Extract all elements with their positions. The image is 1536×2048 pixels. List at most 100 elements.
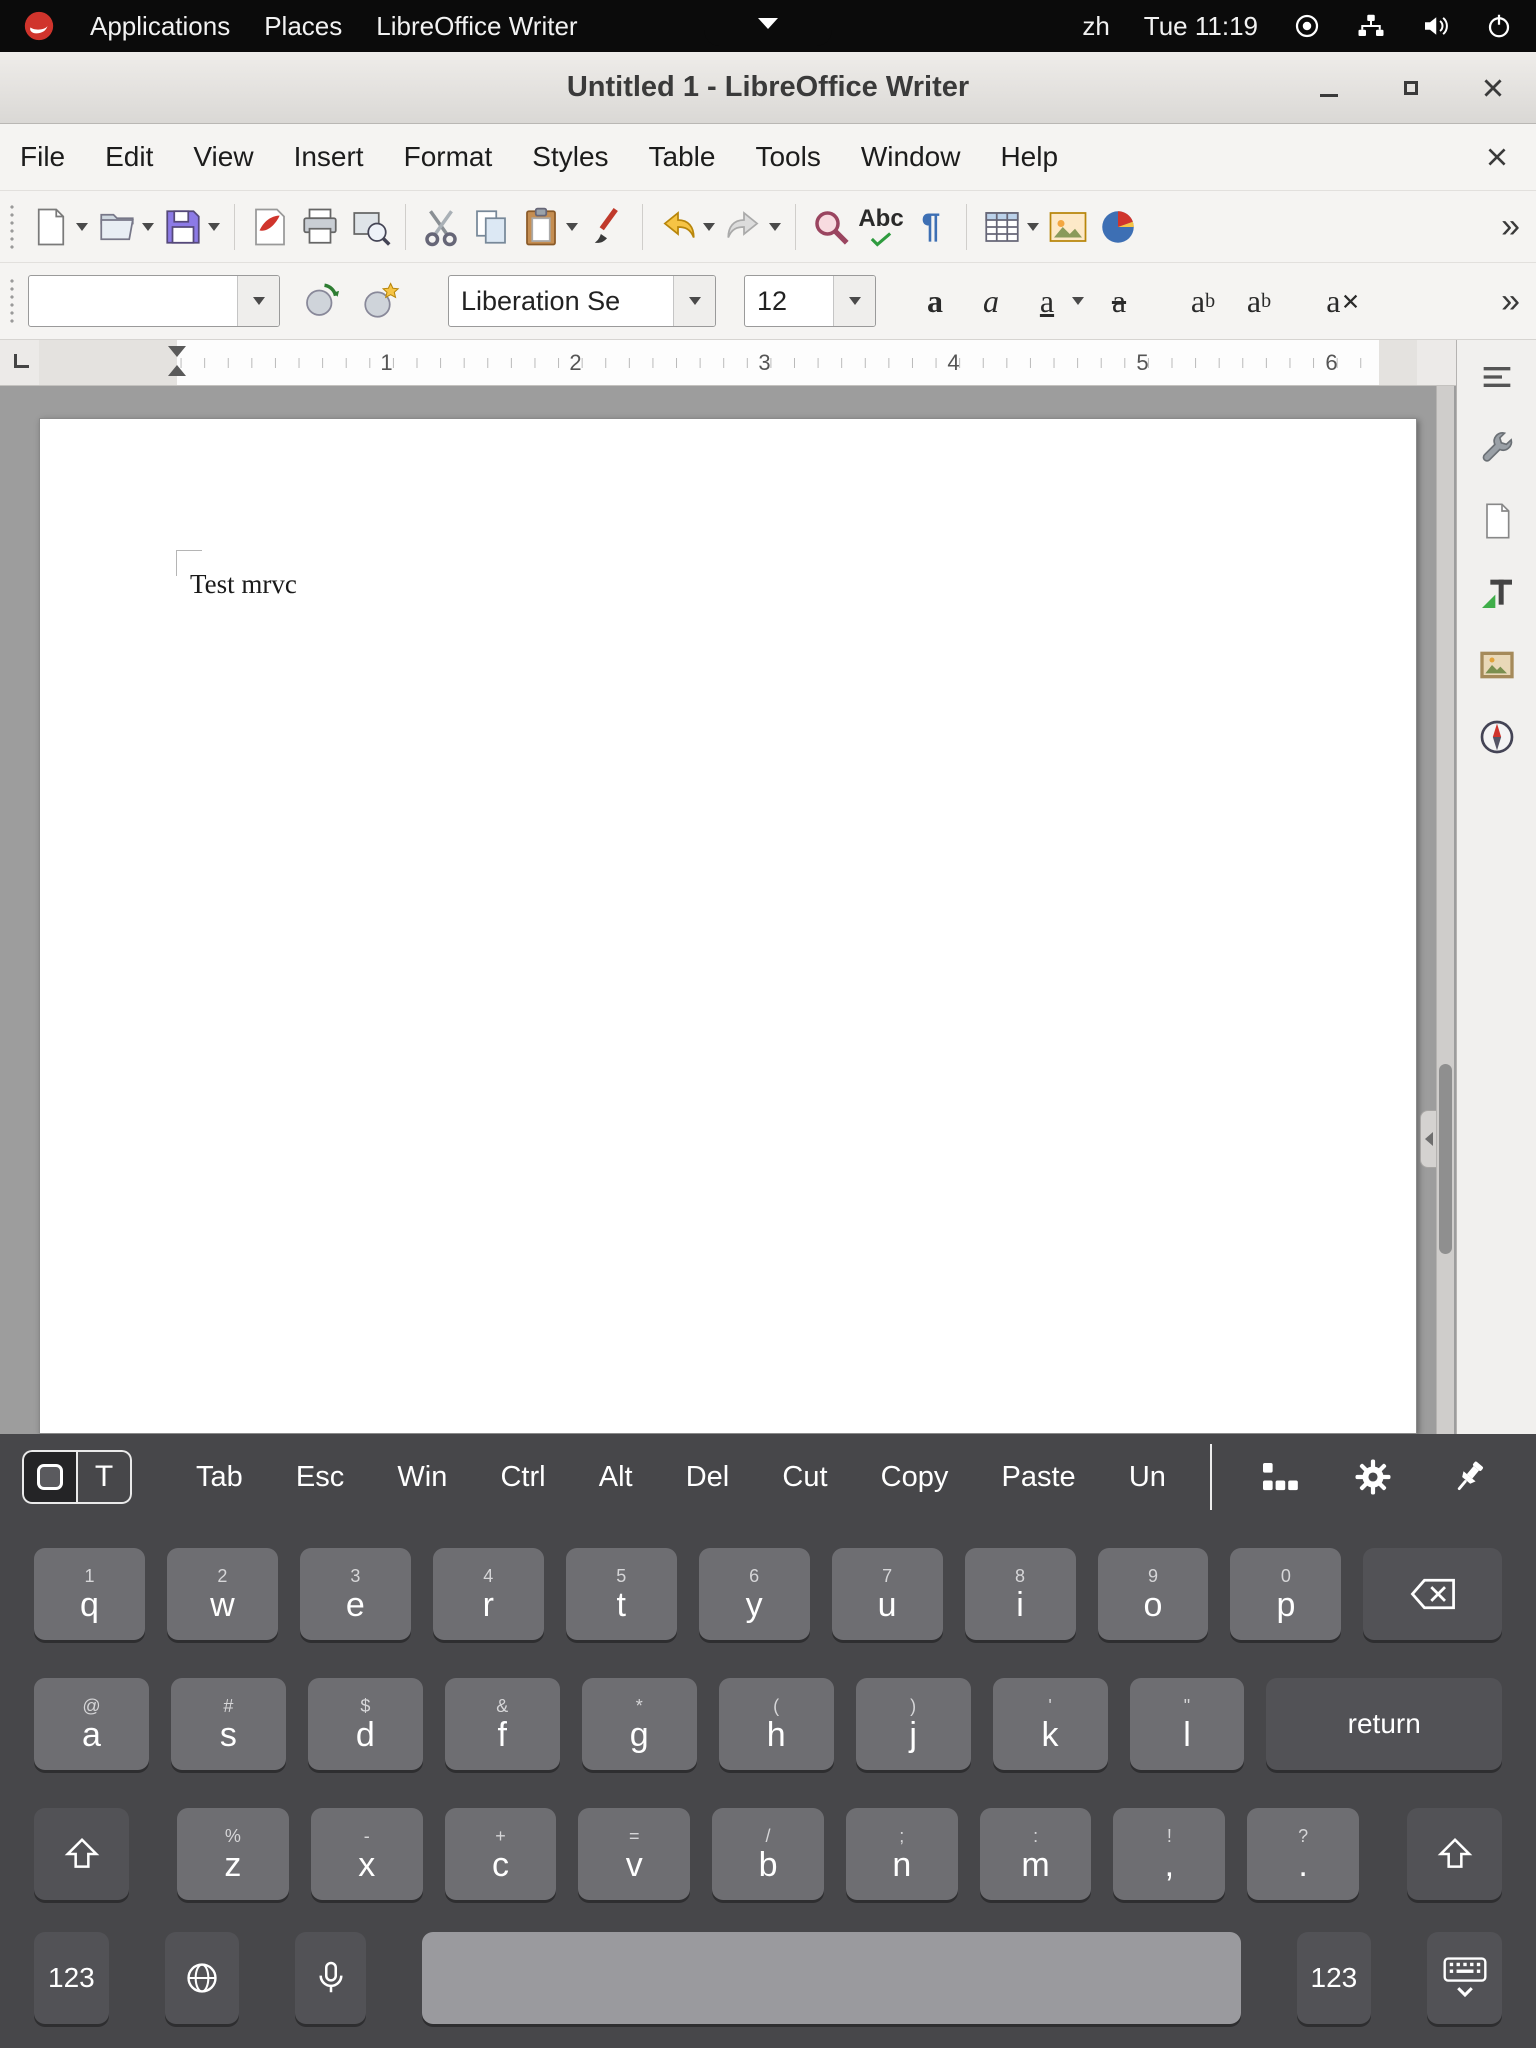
key-,[interactable]: !, bbox=[1113, 1808, 1225, 1900]
extra-key[interactable]: Esc bbox=[296, 1461, 344, 1494]
update-style-button[interactable] bbox=[296, 273, 346, 329]
key-i[interactable]: 8i bbox=[965, 1548, 1076, 1640]
key-globe[interactable] bbox=[165, 1932, 240, 2024]
toolbar-drag-handle[interactable] bbox=[8, 203, 16, 251]
key-return[interactable]: return bbox=[1266, 1678, 1502, 1770]
key-x[interactable]: -x bbox=[311, 1808, 423, 1900]
toolbar-overflow-button[interactable]: » bbox=[1501, 207, 1520, 246]
font-size-combobox[interactable]: 12 bbox=[744, 275, 876, 327]
extra-key[interactable]: Ctrl bbox=[500, 1461, 545, 1494]
key-b[interactable]: /b bbox=[712, 1808, 824, 1900]
print-button[interactable] bbox=[295, 199, 345, 255]
restore-button[interactable] bbox=[1394, 71, 1428, 105]
sidebar-settings-button[interactable] bbox=[1474, 354, 1520, 400]
left-indent-marker[interactable] bbox=[168, 365, 186, 376]
window-titlebar[interactable]: Untitled 1 - LibreOffice Writer bbox=[0, 52, 1536, 124]
key-k[interactable]: 'k bbox=[993, 1678, 1108, 1770]
new-style-button[interactable] bbox=[356, 273, 406, 329]
key-dismiss[interactable] bbox=[1427, 1932, 1502, 2024]
open-dropdown[interactable] bbox=[142, 223, 154, 231]
document-page[interactable]: Test mrvc bbox=[39, 418, 1417, 1434]
redo-button[interactable] bbox=[719, 199, 769, 255]
key-shift[interactable] bbox=[1407, 1808, 1502, 1900]
key-f[interactable]: &f bbox=[445, 1678, 560, 1770]
menu-item[interactable]: Styles bbox=[532, 141, 608, 173]
menu-item[interactable]: Help bbox=[1000, 141, 1058, 173]
page-deck-button[interactable] bbox=[1474, 498, 1520, 544]
key-n[interactable]: ;n bbox=[846, 1808, 958, 1900]
font-name-dropdown[interactable] bbox=[673, 276, 715, 326]
open-button[interactable] bbox=[92, 199, 142, 255]
tab-stop-selector[interactable] bbox=[14, 354, 29, 368]
menu-item[interactable]: View bbox=[193, 141, 253, 173]
keyboard-mode-toggle[interactable]: T bbox=[22, 1450, 132, 1504]
redo-dropdown[interactable] bbox=[769, 223, 781, 231]
strikethrough-button[interactable]: a bbox=[1094, 273, 1144, 329]
paste-button[interactable] bbox=[516, 199, 566, 255]
save-button[interactable] bbox=[158, 199, 208, 255]
spelling-button[interactable]: Abc bbox=[856, 199, 906, 255]
key-q[interactable]: 1q bbox=[34, 1548, 145, 1640]
key-d[interactable]: $d bbox=[308, 1678, 423, 1770]
subscript-button[interactable]: ab bbox=[1234, 273, 1284, 329]
key-h[interactable]: (h bbox=[719, 1678, 834, 1770]
clock[interactable]: Tue 11:19 bbox=[1144, 11, 1258, 42]
menu-item[interactable]: Tools bbox=[755, 141, 820, 173]
extra-key[interactable]: Tab bbox=[196, 1461, 243, 1494]
properties-deck-button[interactable] bbox=[1474, 426, 1520, 472]
key-t[interactable]: 5t bbox=[566, 1548, 677, 1640]
key-j[interactable]: )j bbox=[856, 1678, 971, 1770]
cut-button[interactable] bbox=[416, 199, 466, 255]
formatting-marks-button[interactable]: ¶ bbox=[906, 199, 956, 255]
key-.[interactable]: ?. bbox=[1247, 1808, 1359, 1900]
keyboard-pin-button[interactable] bbox=[1448, 1456, 1490, 1498]
menu-item[interactable]: Edit bbox=[105, 141, 153, 173]
extra-key[interactable]: Win bbox=[397, 1461, 447, 1494]
key-r[interactable]: 4r bbox=[433, 1548, 544, 1640]
undo-dropdown[interactable] bbox=[703, 223, 715, 231]
key-a[interactable]: @a bbox=[34, 1678, 149, 1770]
new-document-dropdown[interactable] bbox=[76, 223, 88, 231]
gallery-deck-button[interactable] bbox=[1474, 642, 1520, 688]
applications-menu[interactable]: Applications bbox=[90, 11, 230, 42]
extra-key[interactable]: Del bbox=[686, 1461, 730, 1494]
vertical-scrollbar[interactable] bbox=[1436, 386, 1454, 1434]
toolbar-drag-handle[interactable] bbox=[8, 277, 16, 325]
key-sym[interactable]: 123 bbox=[1297, 1932, 1372, 2024]
volume-icon[interactable] bbox=[1420, 11, 1450, 41]
clear-formatting-button[interactable]: a× bbox=[1318, 273, 1368, 329]
new-document-button[interactable] bbox=[26, 199, 76, 255]
power-icon[interactable] bbox=[1484, 11, 1514, 41]
insert-table-button[interactable] bbox=[977, 199, 1027, 255]
export-pdf-button[interactable] bbox=[245, 199, 295, 255]
find-replace-button[interactable] bbox=[806, 199, 856, 255]
insert-image-button[interactable] bbox=[1043, 199, 1093, 255]
active-app-menu[interactable]: LibreOffice Writer bbox=[376, 11, 577, 42]
keyboard-layout-grid-button[interactable] bbox=[1256, 1456, 1298, 1498]
key-mic[interactable] bbox=[295, 1932, 366, 2024]
menu-item[interactable]: Table bbox=[649, 141, 716, 173]
keyboard-layout-indicator[interactable]: zh bbox=[1082, 11, 1109, 42]
key-u[interactable]: 7u bbox=[832, 1548, 943, 1640]
insert-table-dropdown[interactable] bbox=[1027, 223, 1039, 231]
keyboard-settings-button[interactable] bbox=[1352, 1456, 1394, 1498]
distributor-logo-icon[interactable] bbox=[22, 9, 56, 43]
key-sym[interactable]: 123 bbox=[34, 1932, 109, 2024]
key-y[interactable]: 6y bbox=[699, 1548, 810, 1640]
navigator-deck-button[interactable] bbox=[1474, 714, 1520, 760]
minimize-button[interactable] bbox=[1312, 71, 1346, 105]
extra-key[interactable]: Paste bbox=[1002, 1461, 1076, 1494]
undo-button[interactable] bbox=[653, 199, 703, 255]
horizontal-ruler[interactable]: 123456 bbox=[0, 340, 1536, 386]
document-area[interactable]: Test mrvc bbox=[0, 386, 1536, 1434]
menu-item[interactable]: File bbox=[20, 141, 65, 173]
key-e[interactable]: 3e bbox=[300, 1548, 411, 1640]
underline-dropdown[interactable] bbox=[1072, 297, 1084, 305]
save-dropdown[interactable] bbox=[208, 223, 220, 231]
menu-item[interactable]: Insert bbox=[294, 141, 364, 173]
extra-key[interactable]: Alt bbox=[599, 1461, 633, 1494]
extra-key[interactable]: Un bbox=[1129, 1461, 1166, 1494]
network-icon[interactable] bbox=[1356, 11, 1386, 41]
scrollbar-thumb[interactable] bbox=[1439, 1064, 1452, 1254]
font-size-dropdown[interactable] bbox=[833, 276, 875, 326]
